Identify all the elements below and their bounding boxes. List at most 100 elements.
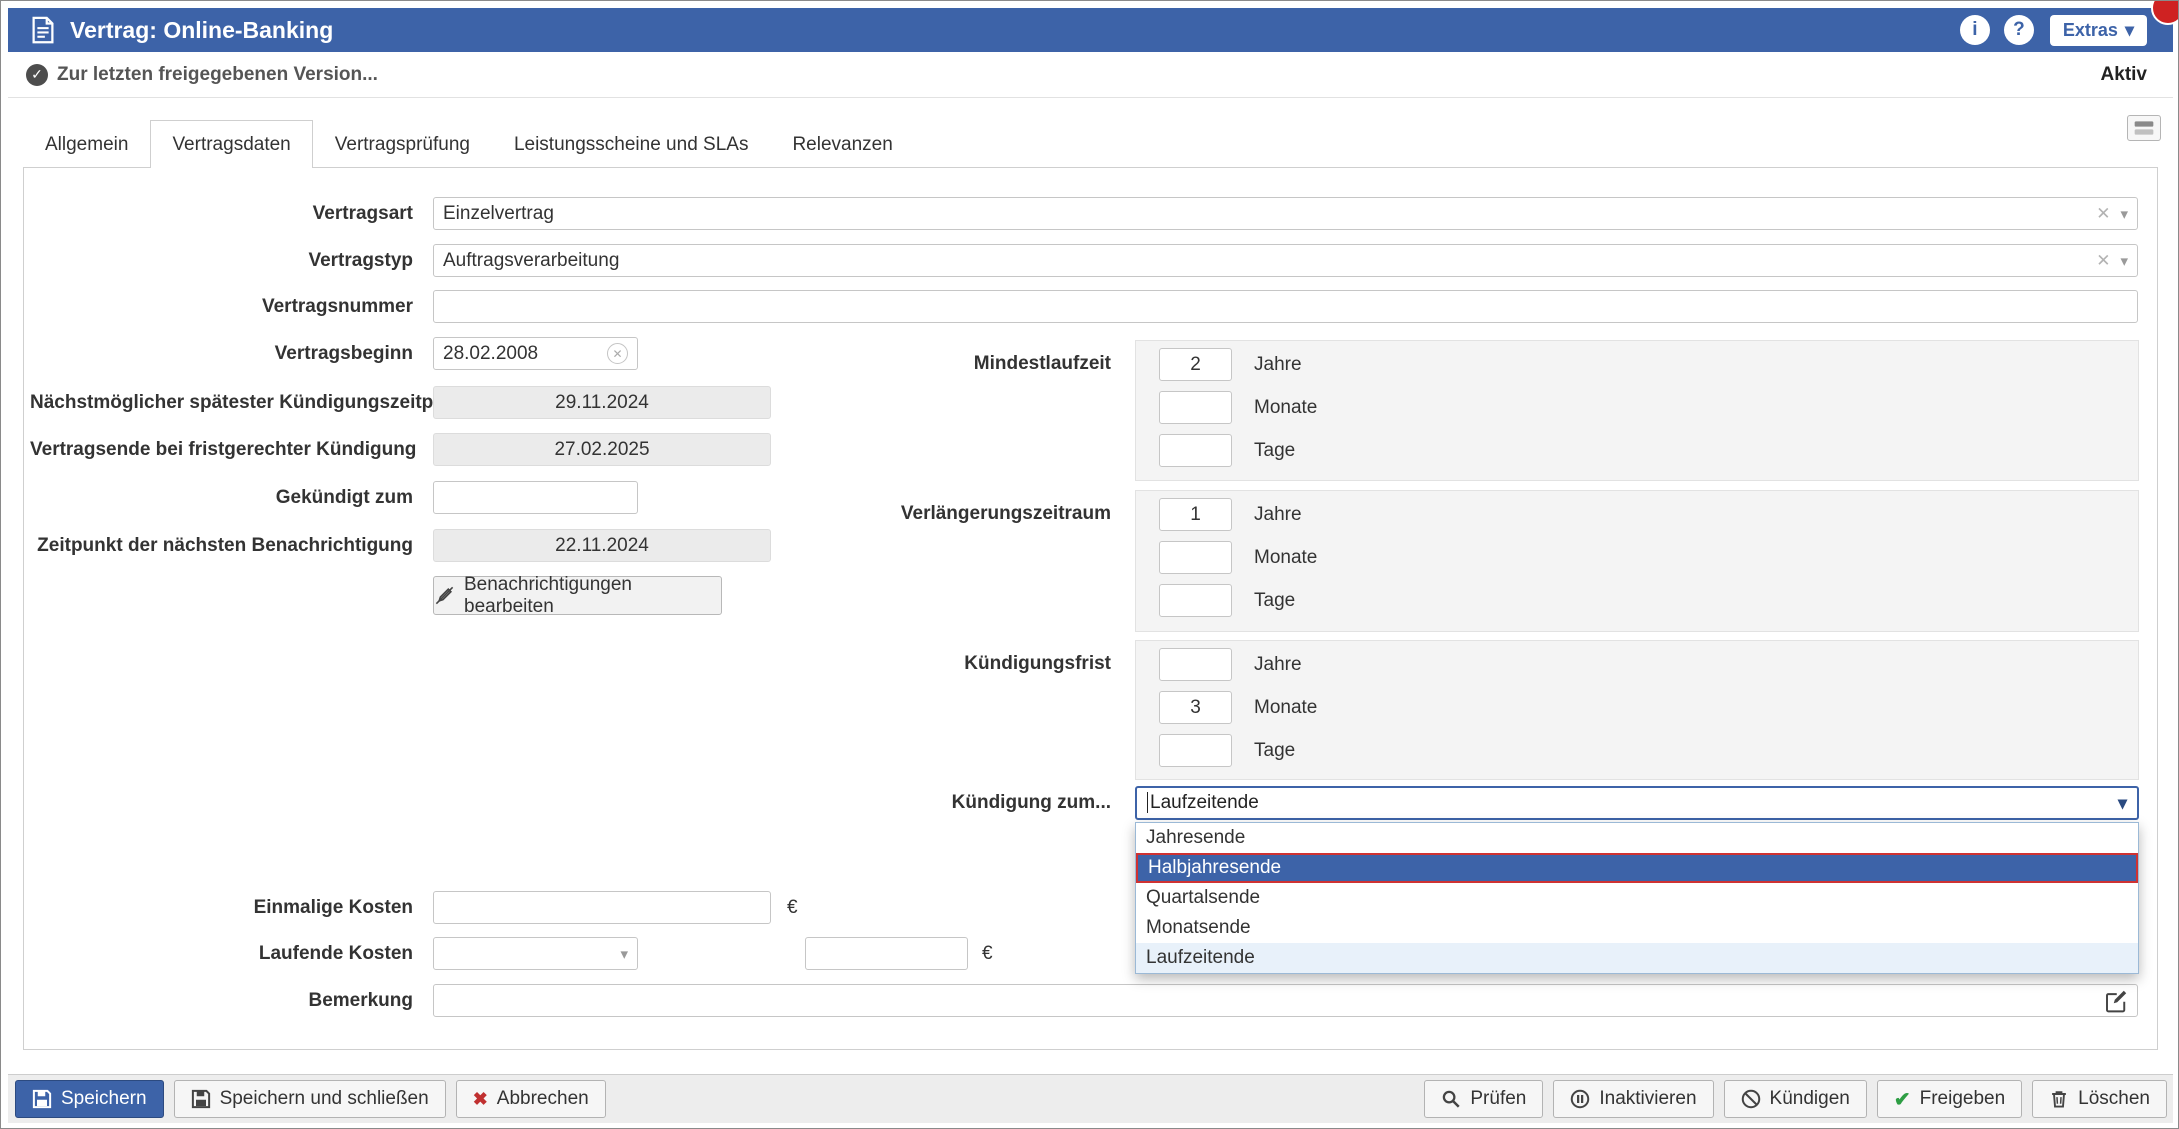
verlaengerung-monate-input[interactable] [1159, 541, 1232, 574]
option-jahresende[interactable]: Jahresende [1136, 823, 2138, 853]
tab-vertragspruefung[interactable]: Vertragsprüfung [313, 120, 492, 168]
option-monatsende[interactable]: Monatsende [1136, 913, 2138, 943]
chevron-down-icon[interactable]: ▾ [620, 945, 628, 963]
kuendigungsfrist-monate-input[interactable] [1159, 691, 1232, 724]
chevron-down-icon[interactable]: ▾ [2118, 793, 2127, 814]
save-close-icon [191, 1089, 211, 1109]
vertragsnummer-input[interactable] [433, 290, 2138, 323]
layout-icon [2133, 120, 2155, 136]
version-link[interactable]: Zur letzten freigegebenen Version... [57, 64, 378, 86]
title-bar: Vertrag: Online-Banking i ? Extras ▾ [8, 8, 2173, 52]
bemerkung-label: Bemerkung [30, 984, 413, 1017]
vertragsnummer-label: Vertragsnummer [30, 290, 413, 323]
cancel-button[interactable]: ✖ Abbrechen [456, 1080, 606, 1118]
verlaengerung-tage-input[interactable] [1159, 584, 1232, 617]
vertragstyp-value: Auftragsverarbeitung [443, 245, 2086, 276]
edit-notifications-button[interactable]: Benachrichtigungen bearbeiten [433, 576, 722, 615]
tab-vertragsdaten[interactable]: Vertragsdaten [150, 120, 312, 168]
kuendigung-zum-value: Laufzeitende [1147, 792, 2118, 814]
edit-notifications-label: Benachrichtigungen bearbeiten [464, 574, 721, 618]
clear-icon[interactable]: ✕ [2096, 204, 2110, 224]
pause-circle-icon [1570, 1089, 1590, 1109]
extras-label: Extras [2063, 20, 2118, 41]
cancel-label: Abbrechen [497, 1088, 589, 1110]
app-window: Vertrag: Online-Banking i ? Extras ▾ ✓ Z… [0, 0, 2179, 1129]
chevron-down-icon[interactable]: ▾ [2120, 205, 2128, 223]
tage-unit-label: Tage [1254, 584, 1295, 617]
laufende-kosten-amount-input[interactable] [805, 937, 968, 970]
delete-button[interactable]: Löschen [2032, 1080, 2167, 1118]
info-icon[interactable]: i [1960, 15, 1990, 45]
text-cursor [1147, 792, 1148, 813]
tab-bar: Allgemein Vertragsdaten Vertragsprüfung … [23, 120, 915, 168]
help-icon[interactable]: ? [2004, 15, 2034, 45]
save-icon [32, 1089, 52, 1109]
kuendigungsfrist-label: Kündigungsfrist [724, 647, 1111, 680]
vertragstyp-select[interactable]: Auftragsverarbeitung ✕ ▾ [433, 244, 2138, 277]
mindestlaufzeit-group: Monate Tage Jahre [1135, 340, 2139, 481]
vertragsart-label: Vertragsart [30, 197, 413, 230]
vertragsende-label: Vertragsende bei fristgerechter Kündigun… [30, 433, 413, 466]
mindestlaufzeit-label: Mindestlaufzeit [724, 347, 1111, 380]
einmalige-kosten-label: Einmalige Kosten [30, 891, 413, 924]
deactivate-label: Inaktivieren [1599, 1088, 1696, 1110]
chevron-down-icon: ▾ [2125, 20, 2134, 41]
kuendigungsfrist-group: Jahre Monate Tage [1135, 640, 2139, 780]
mindestlaufzeit-tage-input[interactable] [1159, 434, 1232, 467]
check-circle-icon: ✓ [26, 64, 48, 86]
kuendigungsfrist-jahre-input[interactable] [1159, 648, 1232, 681]
save-close-button[interactable]: Speichern und schließen [174, 1080, 446, 1118]
save-button[interactable]: Speichern [15, 1080, 164, 1118]
kuendigungszeitpunkt-label: Nächstmöglicher spätester Kündigungszeit… [30, 386, 413, 419]
vertragsart-value: Einzelvertrag [443, 198, 2086, 229]
tage-unit-label: Tage [1254, 434, 1295, 467]
check-label: Prüfen [1470, 1088, 1526, 1110]
kuendigungsfrist-tage-input[interactable] [1159, 734, 1232, 767]
vertragsbeginn-input[interactable]: 28.02.2008 ✕ [433, 337, 638, 370]
option-halbjahresende[interactable]: Halbjahresende [1136, 853, 2138, 883]
status-bar: ✓ Zur letzten freigegebenen Version... A… [8, 52, 2173, 98]
option-quartalsende[interactable]: Quartalsende [1136, 883, 2138, 913]
benachrichtigung-label: Zeitpunkt der nächsten Benachrichtigung [30, 529, 413, 562]
tab-leistungsscheine[interactable]: Leistungsscheine und SLAs [492, 120, 771, 168]
vertragsdaten-panel: Vertragsart Vertragstyp Vertragsnummer V… [23, 167, 2158, 1050]
check-button[interactable]: Prüfen [1424, 1080, 1543, 1118]
vertragsbeginn-value: 28.02.2008 [443, 338, 597, 369]
tab-allgemein[interactable]: Allgemein [23, 120, 150, 168]
extras-button[interactable]: Extras ▾ [2050, 15, 2147, 46]
laufende-kosten-label: Laufende Kosten [30, 937, 413, 970]
jahre-unit-label: Jahre [1254, 498, 1302, 531]
compose-icon[interactable] [2104, 989, 2128, 1013]
tab-relevanzen[interactable]: Relevanzen [770, 120, 914, 168]
monate-unit-label: Monate [1254, 691, 1317, 724]
trash-icon [2049, 1089, 2069, 1109]
option-laufzeitende[interactable]: Laufzeitende [1136, 943, 2138, 973]
clear-date-icon[interactable]: ✕ [607, 343, 628, 364]
clear-icon[interactable]: ✕ [2096, 251, 2110, 271]
laufende-kosten-interval-select[interactable]: ▾ [433, 937, 638, 970]
bemerkung-input[interactable] [433, 984, 2138, 1017]
kuendigungszeitpunkt-field: 29.11.2024 [433, 386, 771, 419]
bottom-toolbar: Speichern Speichern und schließen ✖ Abbr… [8, 1074, 2173, 1123]
terminate-label: Kündigen [1770, 1088, 1850, 1110]
monate-unit-label: Monate [1254, 541, 1317, 574]
gekuendigt-zum-input[interactable] [433, 481, 638, 514]
currency-label: € [787, 891, 798, 924]
release-button[interactable]: ✔ Freigeben [1877, 1080, 2022, 1118]
monate-unit-label: Monate [1254, 391, 1317, 424]
kuendigung-zum-select[interactable]: Laufzeitende ▾ [1135, 786, 2139, 820]
layout-toggle-button[interactable] [2127, 115, 2161, 141]
vertragsart-select[interactable]: Einzelvertrag ✕ ▾ [433, 197, 2138, 230]
jahre-unit-label: Jahre [1254, 648, 1302, 681]
einmalige-kosten-input[interactable] [433, 891, 771, 924]
check-icon: ✔ [1894, 1087, 1911, 1112]
terminate-button[interactable]: Kündigen [1724, 1080, 1867, 1118]
mindestlaufzeit-jahre-input[interactable] [1159, 348, 1232, 381]
deactivate-button[interactable]: Inaktivieren [1553, 1080, 1713, 1118]
chevron-down-icon[interactable]: ▾ [2120, 252, 2128, 270]
mindestlaufzeit-monate-input[interactable] [1159, 391, 1232, 424]
vertragsbeginn-label: Vertragsbeginn [30, 337, 413, 370]
vertragstyp-label: Vertragstyp [30, 244, 413, 277]
verlaengerung-jahre-input[interactable] [1159, 498, 1232, 531]
release-label: Freigeben [1920, 1088, 2006, 1110]
